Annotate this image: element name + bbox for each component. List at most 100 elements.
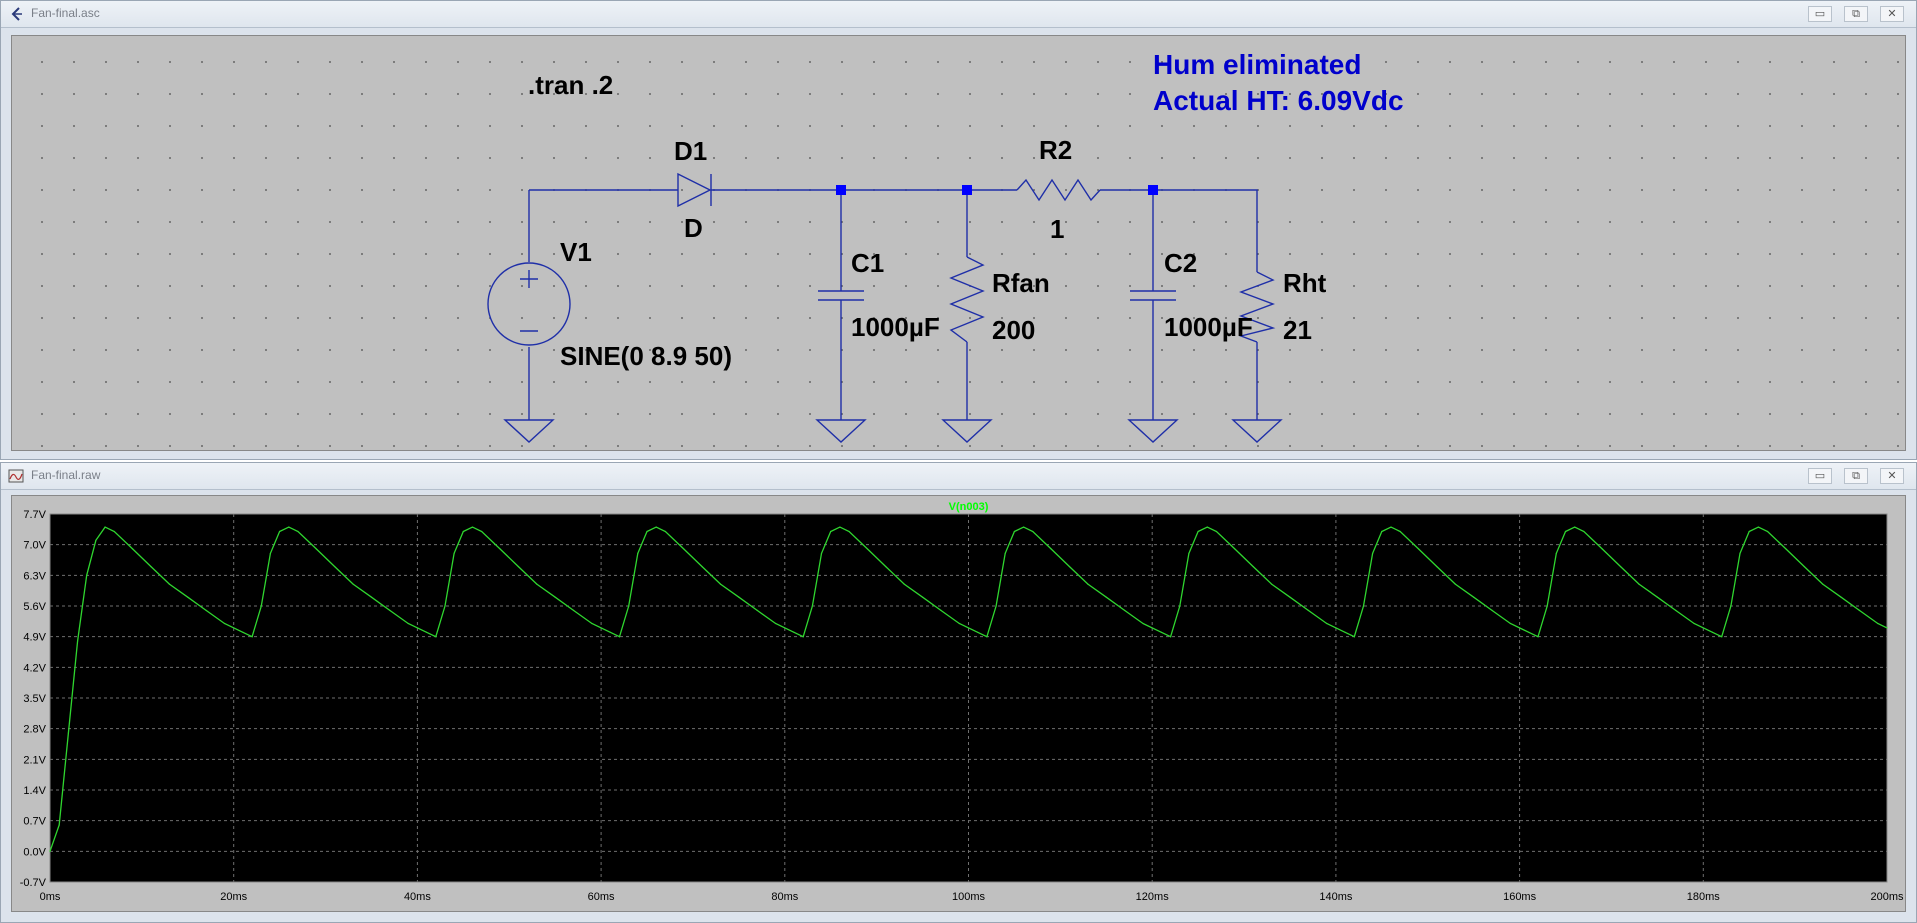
waveform-chart[interactable]: 0ms 20ms 40ms 60ms 80ms 100ms 120ms 140ms 160ms 1… [12, 496, 1907, 913]
data-point [554, 596, 556, 598]
data-point [1436, 566, 1438, 568]
data-point [1142, 622, 1144, 625]
x-tick-label: 100ms [952, 891, 986, 903]
data-point [1748, 530, 1750, 533]
data-point [536, 583, 538, 585]
data-point [1390, 526, 1392, 528]
voltage-source-v1[interactable] [487, 262, 571, 346]
data-point [1023, 526, 1025, 528]
data-point [104, 526, 106, 528]
x-tick-label: 0ms [40, 891, 61, 903]
y-tick-label: 4.9V [23, 632, 46, 644]
data-point [1271, 583, 1273, 585]
data-point [1693, 622, 1695, 625]
y-tick-label: 0.0V [23, 846, 46, 858]
y-tick-label: 7.0V [23, 540, 46, 552]
data-point [802, 636, 804, 638]
data-point [1574, 526, 1576, 528]
plot-window[interactable]: Fan-final.raw ▭ ⧉ ✕ 0ms 20ms 40ms 60ms 80ms 1… [0, 462, 1917, 923]
data-point [407, 622, 409, 625]
x-tick-label: 140ms [1319, 891, 1353, 903]
data-point [1822, 583, 1824, 585]
capacitor-c1[interactable] [818, 290, 864, 301]
data-point [1289, 596, 1291, 598]
restore-button[interactable]: ⧉ [1844, 6, 1868, 22]
schematic-title: Fan-final.asc [31, 6, 100, 20]
ground-symbol [941, 419, 993, 443]
data-point [1087, 583, 1089, 585]
ground-symbol [503, 419, 555, 443]
data-point [279, 530, 281, 533]
ground-symbol [1231, 419, 1283, 443]
data-point [77, 640, 79, 642]
data-point [1767, 530, 1769, 533]
resistor-r2[interactable] [1016, 178, 1101, 202]
data-point [1215, 530, 1218, 533]
data-point [370, 596, 373, 598]
x-tick-label: 160ms [1503, 891, 1537, 903]
data-point [1491, 609, 1493, 611]
data-point [1840, 596, 1842, 598]
data-point [1068, 566, 1071, 568]
data-point [1179, 605, 1181, 607]
data-point [830, 530, 832, 533]
schematic-canvas[interactable]: .tran .2 V1 SINE(0 8.9 50) D1 D C1 1000µ… [11, 35, 1906, 451]
data-point [444, 605, 446, 607]
label-r2-value: 1 [1050, 214, 1064, 244]
plot-pane[interactable]: 0ms 20ms 40ms 60ms 80ms 100ms 120ms 140ms 160ms 1… [11, 495, 1906, 912]
data-point [453, 552, 455, 554]
data-point [132, 548, 134, 550]
data-point [866, 548, 869, 550]
data-point [683, 548, 685, 550]
data-point [940, 609, 942, 611]
data-point [389, 609, 391, 611]
data-point [1803, 566, 1805, 568]
data-point [1711, 631, 1714, 633]
junction-dot [962, 185, 972, 195]
resistor-rfan[interactable] [949, 256, 985, 343]
close-button[interactable]: ✕ [1880, 6, 1904, 22]
data-point [664, 530, 667, 533]
data-point [628, 605, 630, 607]
y-tick-label: 2.1V [23, 754, 46, 766]
data-point [297, 530, 299, 533]
data-point [1528, 631, 1530, 633]
label-rfan-name: Rfan [992, 268, 1050, 298]
plot-title: Fan-final.raw [31, 468, 101, 482]
y-tick-label: -0.7V [20, 877, 47, 889]
y-tick-label: 4.2V [23, 662, 46, 674]
schematic-titlebar[interactable]: Fan-final.asc ▭ ⧉ ✕ [1, 1, 1916, 28]
label-c1-value: 1000µF [851, 312, 940, 342]
capacitor-c2[interactable] [1130, 290, 1176, 301]
y-tick-label: 0.7V [23, 816, 46, 828]
plot-titlebar[interactable]: Fan-final.raw ▭ ⧉ ✕ [1, 463, 1916, 490]
close-button[interactable]: ✕ [1880, 468, 1904, 484]
data-point [1721, 636, 1723, 638]
minimize-button[interactable]: ▭ [1808, 6, 1832, 22]
spice-directive: .tran .2 [528, 70, 613, 100]
data-point [1399, 530, 1401, 533]
data-point [1757, 526, 1759, 528]
data-point [352, 583, 354, 585]
y-tick-label: 3.5V [23, 693, 46, 705]
data-point [1656, 596, 1658, 598]
data-point [1326, 622, 1328, 625]
data-point [223, 622, 226, 625]
diode-d1[interactable] [677, 172, 712, 208]
data-point [1601, 548, 1603, 550]
data-point [67, 732, 69, 734]
data-point [1170, 636, 1172, 638]
label-rht-name: Rht [1283, 268, 1327, 298]
data-point [903, 583, 905, 585]
restore-button[interactable]: ⧉ [1844, 468, 1868, 484]
data-point [719, 583, 722, 585]
label-v1-value: SINE(0 8.9 50) [560, 341, 732, 371]
junction-dot [1148, 185, 1158, 195]
ground-symbol [815, 419, 867, 443]
data-point [609, 631, 611, 633]
data-point [1344, 631, 1346, 633]
data-point [1362, 605, 1365, 607]
data-point [86, 574, 88, 576]
schematic-window[interactable]: Fan-final.asc ▭ ⧉ ✕ .tran .2 V1 SINE(0 8… [0, 0, 1917, 460]
minimize-button[interactable]: ▭ [1808, 468, 1832, 484]
